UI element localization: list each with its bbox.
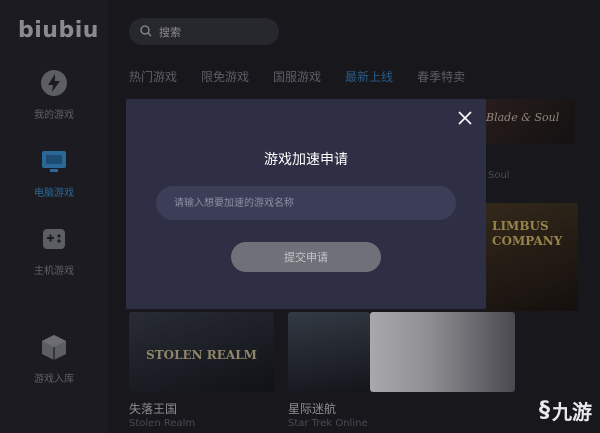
submit-request-button[interactable]: 提交申请 xyxy=(231,242,381,272)
watermark-text: 九游 xyxy=(552,400,592,424)
close-icon[interactable] xyxy=(456,109,474,127)
modal-title: 游戏加速申请 xyxy=(264,152,348,168)
game-name-input[interactable] xyxy=(156,186,456,220)
watermark: § 九游 xyxy=(539,396,592,425)
watermark-logo-icon: § xyxy=(539,398,550,423)
game-request-modal: 游戏加速申请 提交申请 xyxy=(126,99,486,309)
